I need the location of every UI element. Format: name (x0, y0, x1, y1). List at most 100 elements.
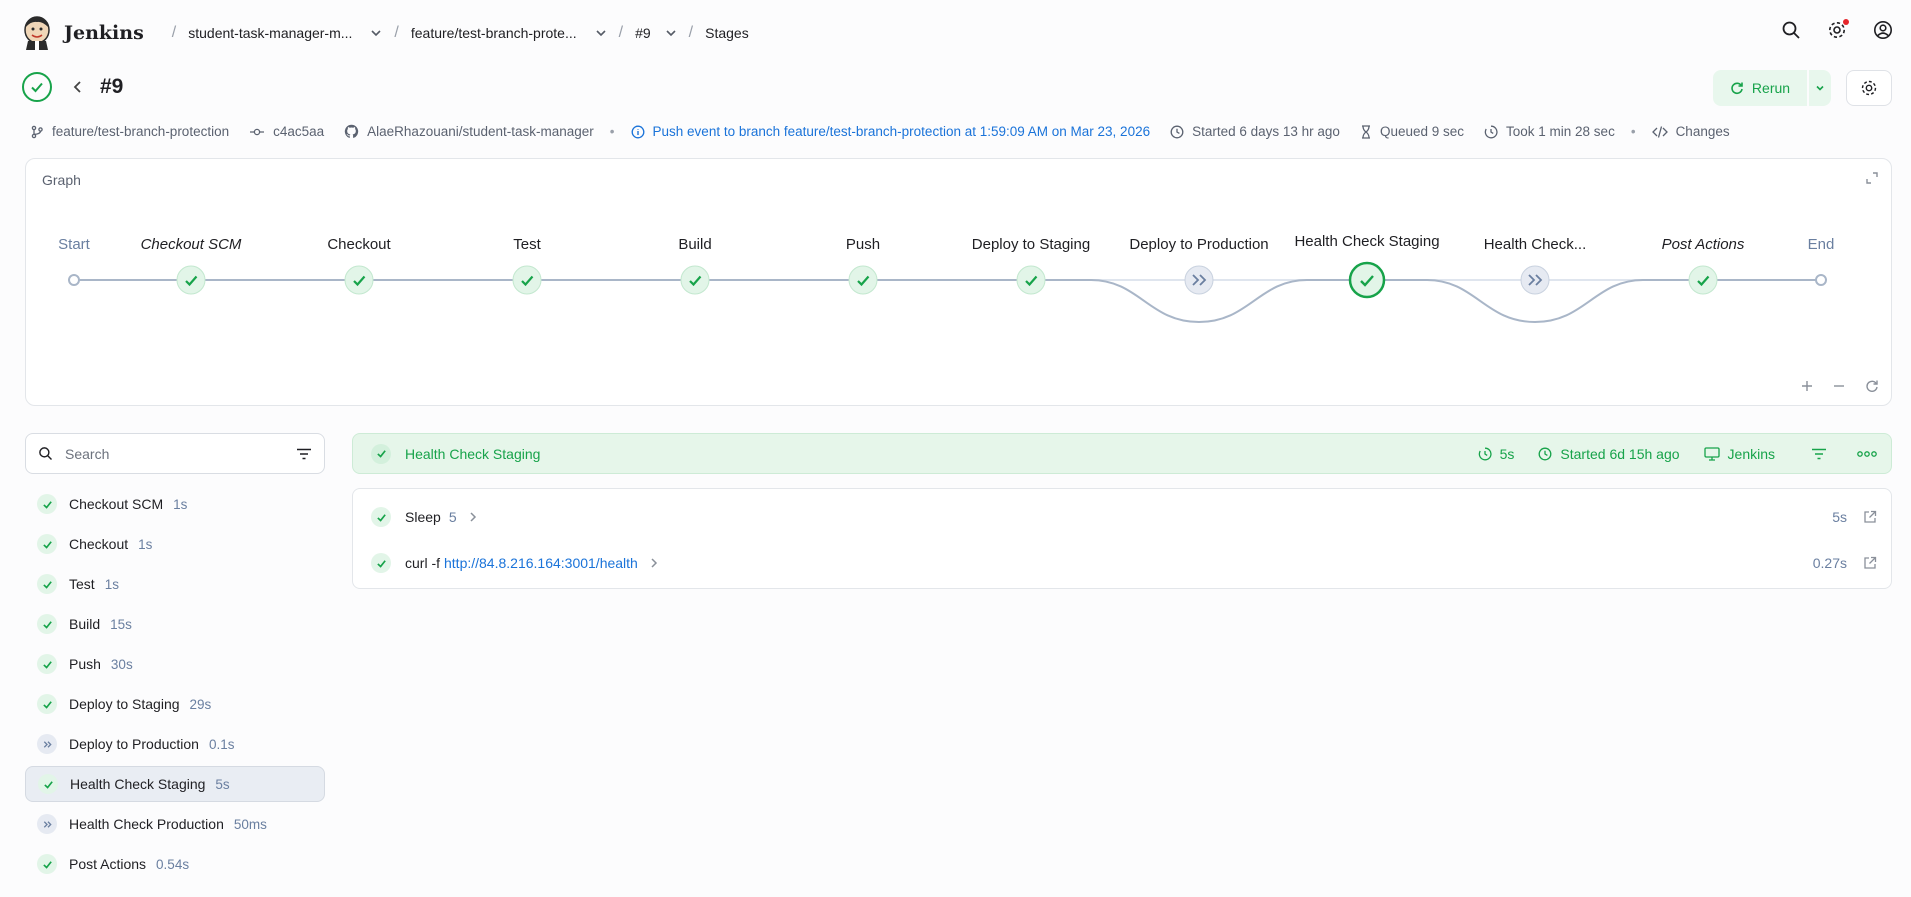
graph-stage-node (344, 265, 374, 295)
graph-node-label: Deploy to Production (1129, 236, 1268, 253)
started-text: Started 6 days 13 hr ago (1192, 124, 1340, 139)
graph-node-label: Checkout SCM (141, 236, 242, 253)
stage-duration: 29s (189, 696, 212, 712)
graph-node-label: Start (58, 236, 91, 253)
chevron-down-icon[interactable] (370, 27, 382, 39)
detail-stage-name: Health Check Staging (405, 445, 541, 462)
rerun-button[interactable]: Rerun (1713, 70, 1807, 106)
repo-name[interactable]: AlaeRhazouani/student-task-manager (367, 124, 594, 139)
stage-duration: 1s (104, 576, 119, 592)
chevron-right-icon[interactable] (650, 557, 658, 569)
changes-link[interactable]: Changes (1676, 124, 1730, 139)
stage-duration: 30s (110, 656, 133, 672)
queued-text: Queued 9 sec (1379, 124, 1465, 139)
stage-item[interactable]: Health Check Production 50ms (25, 806, 325, 842)
more-options-icon[interactable] (1857, 450, 1877, 458)
graph-stage-node (512, 265, 542, 295)
agent-meta[interactable]: Jenkins (1703, 446, 1775, 462)
chevron-down-icon[interactable] (665, 27, 677, 39)
zoom-out-icon[interactable] (1833, 380, 1845, 392)
stage-name: Post Actions (69, 856, 147, 872)
changes-meta[interactable]: Changes (1651, 124, 1730, 139)
jenkins-logo-icon[interactable] (22, 15, 52, 51)
filter-icon[interactable] (296, 448, 312, 460)
breadcrumb-label[interactable]: feature/test-branch-prote... (411, 25, 577, 41)
notification-dot (1843, 19, 1849, 25)
branch-meta[interactable]: feature/test-branch-protection (30, 124, 229, 139)
breadcrumb-label[interactable]: student-task-manager-m... (188, 25, 352, 41)
zoom-in-icon[interactable] (1801, 380, 1813, 392)
stage-item[interactable]: Build 15s (25, 606, 325, 642)
stage-item[interactable]: Test 1s (25, 566, 325, 602)
stage-item[interactable]: Checkout SCM 1s (25, 486, 325, 522)
stage-item[interactable]: Push 30s (25, 646, 325, 682)
stage-duration: 15s (110, 616, 132, 632)
step-argument: 5 (448, 509, 457, 525)
detail-agent[interactable]: Jenkins (1728, 446, 1775, 462)
step-name: Sleep (405, 509, 441, 525)
stage-item-selected[interactable]: Health Check Staging 5s (25, 766, 325, 802)
step-item[interactable]: curl -f http://84.8.216.164:3001/health (371, 551, 658, 575)
gear-icon[interactable] (1825, 18, 1849, 42)
success-status-icon (22, 72, 52, 102)
stage-duration: 1s (138, 536, 153, 552)
chevron-down-icon[interactable] (595, 27, 607, 39)
filter-icon[interactable] (1811, 448, 1827, 460)
external-link-icon[interactable] (1863, 556, 1877, 570)
success-icon (37, 574, 57, 594)
step-name: curl -f (405, 555, 440, 571)
breadcrumb-separator: / (171, 24, 177, 41)
search-icon[interactable] (1779, 18, 1803, 42)
stage-item[interactable]: Deploy to Production 0.1s (25, 726, 325, 762)
search-input[interactable] (65, 445, 296, 462)
chevron-down-icon (1816, 85, 1824, 91)
step-list: Sleep 5 5s curl -f http://84.8.216.164:3… (352, 488, 1892, 589)
configure-button[interactable] (1846, 70, 1892, 106)
success-icon (37, 614, 57, 634)
brand-name[interactable]: Jenkins (64, 22, 144, 44)
cause-link[interactable]: Push event to branch feature/test-branch… (653, 124, 1151, 139)
rerun-dropdown-button[interactable] (1809, 70, 1831, 106)
graph-terminal-node (68, 274, 80, 286)
breadcrumb-stages[interactable]: Stages (705, 25, 749, 41)
step-url-link[interactable]: http://84.8.216.164:3001/health (444, 555, 638, 571)
chevron-right-icon[interactable] (469, 511, 477, 523)
success-icon (37, 654, 57, 674)
stage-duration: 0.1s (208, 736, 235, 752)
repo-meta[interactable]: AlaeRhazouani/student-task-manager (344, 124, 594, 139)
skipped-icon (37, 814, 57, 834)
breadcrumb-branch[interactable]: feature/test-branch-prote... (411, 25, 607, 41)
rerun-group: Rerun (1713, 70, 1831, 106)
cause-meta[interactable]: Push event to branch feature/test-branch… (631, 124, 1151, 139)
took-text: Took 1 min 28 sec (1506, 124, 1615, 139)
step-meta: 0.27s (1813, 551, 1877, 575)
stage-name: Health Check Staging (70, 776, 206, 792)
success-icon (37, 534, 57, 554)
stage-item[interactable]: Post Actions 0.54s (25, 846, 325, 882)
graph-stage-node (176, 265, 206, 295)
external-link-icon[interactable] (1863, 510, 1877, 524)
step-item[interactable]: Sleep 5 (371, 505, 477, 529)
commit-meta[interactable]: c4ac5aa (249, 124, 324, 139)
graph-node-label: Post Actions (1662, 236, 1745, 253)
user-avatar-icon[interactable] (1871, 18, 1895, 42)
branch-name[interactable]: feature/test-branch-protection (52, 124, 229, 139)
breadcrumb-label[interactable]: #9 (635, 25, 651, 41)
breadcrumb-separator: / (394, 24, 399, 41)
breadcrumb-build[interactable]: #9 (635, 25, 677, 41)
stage-name: Checkout SCM (69, 496, 164, 512)
skipped-icon (37, 734, 57, 754)
stage-item[interactable]: Deploy to Staging 29s (25, 686, 325, 722)
search-icon (38, 446, 53, 461)
stage-item[interactable]: Checkout 1s (25, 526, 325, 562)
commit-hash[interactable]: c4ac5aa (273, 124, 324, 139)
graph-node-label: End (1808, 236, 1835, 253)
chevron-left-icon[interactable] (72, 80, 84, 94)
reset-zoom-icon[interactable] (1865, 379, 1879, 393)
code-icon (1651, 125, 1668, 139)
top-bar: Jenkins / student-task-manager-m... / fe… (0, 0, 1911, 66)
graph-stage-node (1016, 265, 1046, 295)
started-meta: Started 6d 15h ago (1538, 446, 1680, 462)
breadcrumb-project[interactable]: student-task-manager-m... (188, 25, 382, 41)
graph-node-label: Deploy to Staging (972, 236, 1090, 253)
